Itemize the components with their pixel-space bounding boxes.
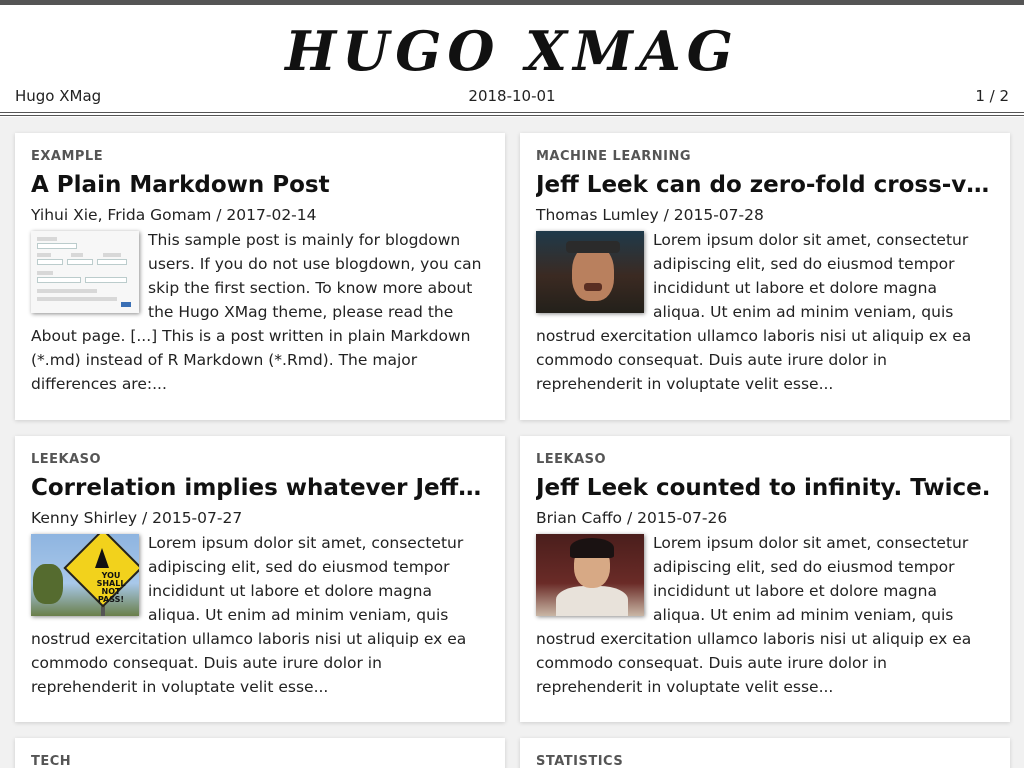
post-title[interactable]: A Plain Markdown Post [31,170,489,200]
masthead-rule-top [0,112,1024,113]
post-thumbnail[interactable] [536,231,644,313]
post-card: LEEKASO Correlation implies whatever Jef… [15,436,505,722]
post-category[interactable]: MACHINE LEARNING [536,147,994,167]
post-card: MACHINE LEARNING Jeff Leek can do zero-f… [520,133,1010,420]
post-thumbnail[interactable] [31,231,139,313]
post-title[interactable]: Jeff Leek counted to infinity. Twice. [536,473,994,503]
post-byline: Thomas Lumley / 2015-07-28 [536,206,764,224]
page-indicator: 1 / 2 [975,87,1009,105]
post-card: LEEKASO Jeff Leek counted to infinity. T… [520,436,1010,722]
post-category[interactable]: LEEKASO [31,450,489,470]
masthead-rule-bottom [0,115,1024,116]
site-date: 2018-10-01 [468,87,556,105]
post-body: This sample post is mainly for blogdown … [31,228,489,396]
post-card: TECH [15,738,505,768]
post-byline: Brian Caffo / 2015-07-26 [536,509,728,527]
post-category[interactable]: TECH [31,752,489,768]
post-category[interactable]: STATISTICS [536,752,994,768]
post-byline: Yihui Xie, Frida Gomam / 2017-02-14 [31,206,317,224]
thumbnail-sign-text: YOU SHALL NOT PASS! [96,571,126,604]
site-logo[interactable]: HUGO XMAG [0,19,1024,83]
post-card: EXAMPLE A Plain Markdown Post Yihui Xie,… [15,133,505,420]
post-category[interactable]: LEEKASO [536,450,994,470]
post-thumbnail[interactable]: YOU SHALL NOT PASS! [31,534,139,616]
post-thumbnail[interactable] [536,534,644,616]
post-title[interactable]: Correlation implies whatever Jeff L… [31,473,489,503]
post-card: STATISTICS [520,738,1010,768]
post-category[interactable]: EXAMPLE [31,147,489,167]
post-byline: Kenny Shirley / 2015-07-27 [31,509,243,527]
masthead-meta: Hugo XMag 2018-10-01 1 / 2 [15,87,1009,107]
post-body: YOU SHALL NOT PASS! Lorem ipsum dolor si… [31,531,489,699]
post-title[interactable]: Jeff Leek can do zero-fold cross-va… [536,170,994,200]
masthead: HUGO XMAG Hugo XMag 2018-10-01 1 / 2 [0,5,1024,117]
post-body: Lorem ipsum dolor sit amet, consectetur … [536,531,994,699]
post-body: Lorem ipsum dolor sit amet, consectetur … [536,228,994,396]
